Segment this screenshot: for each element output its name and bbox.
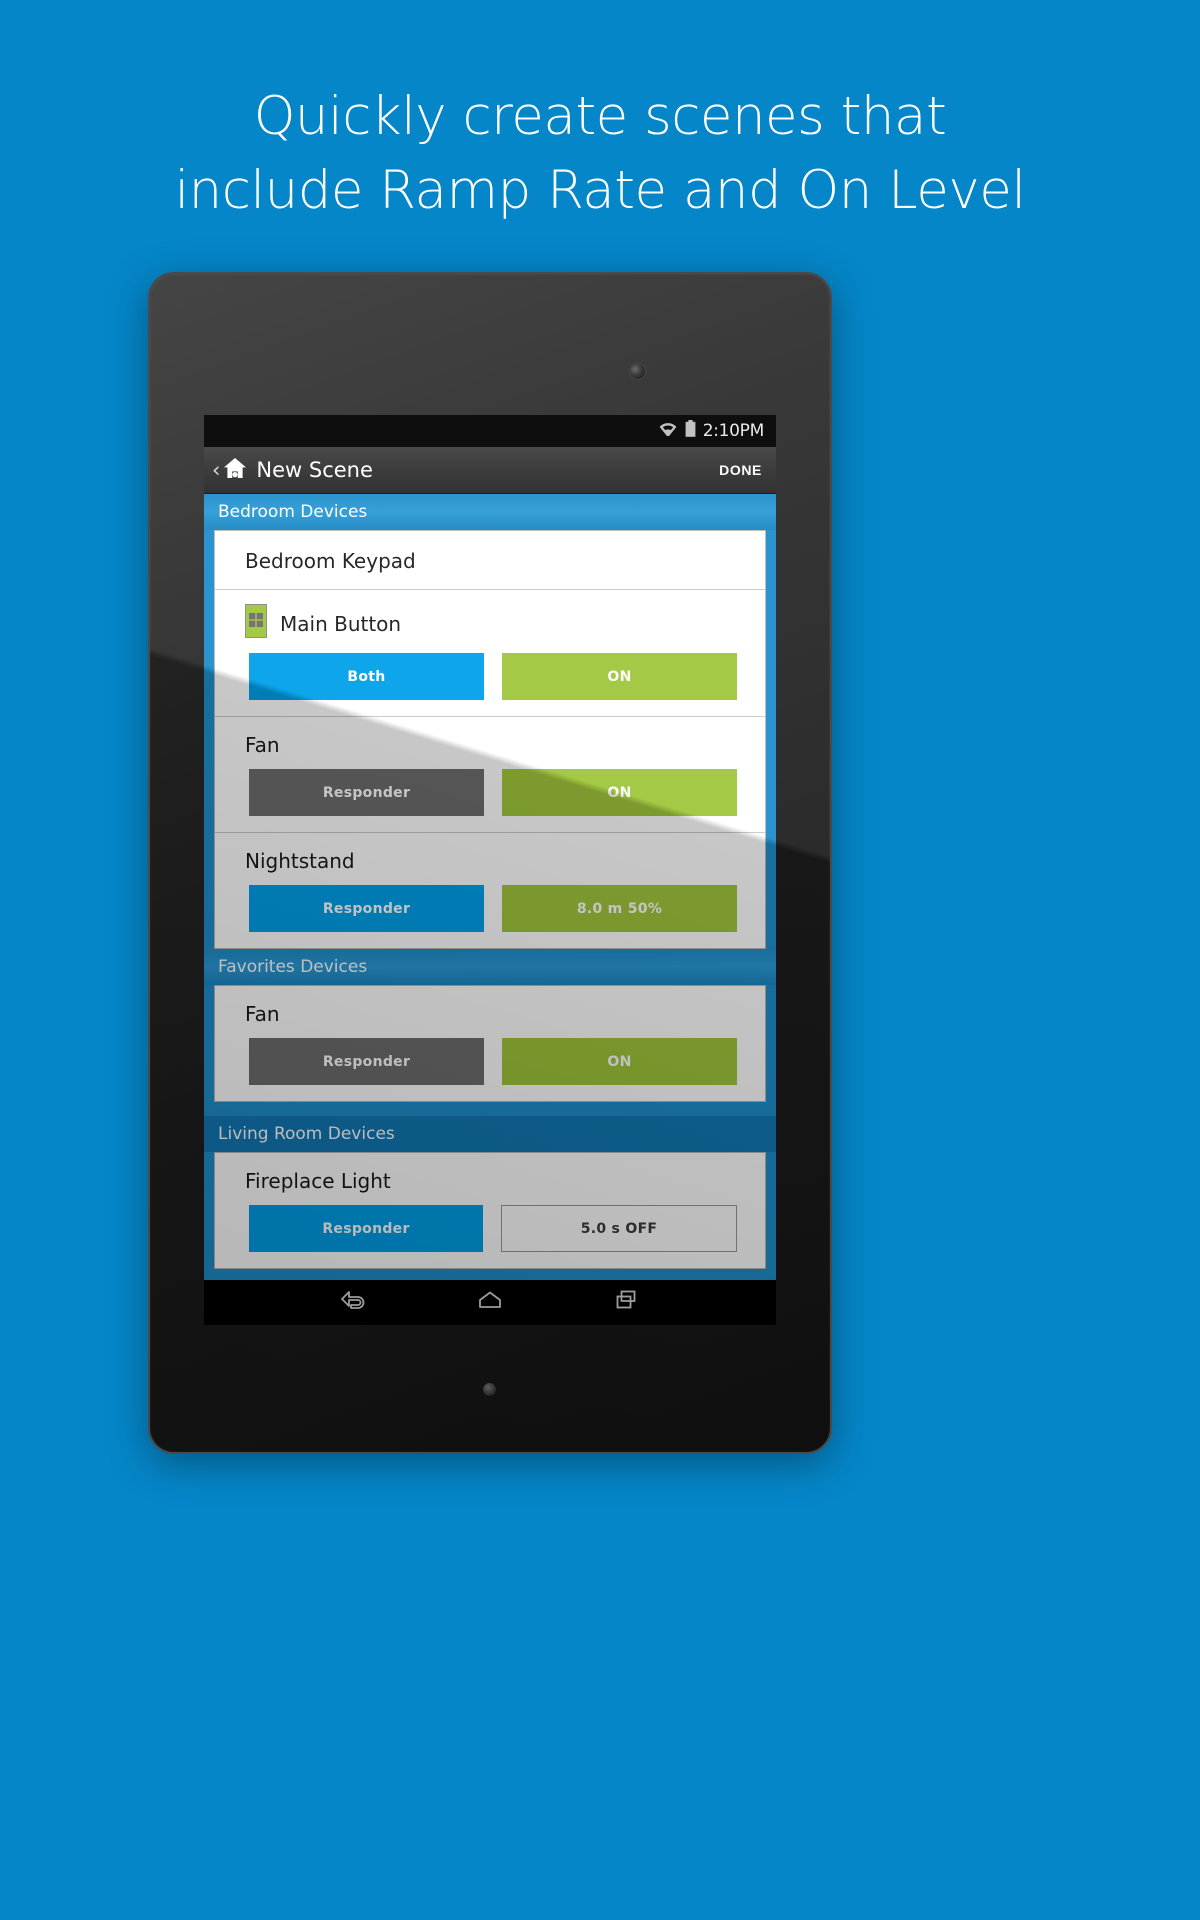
section-header-bedroom: Bedroom Devices: [204, 494, 776, 530]
device-name: Nightstand: [245, 849, 355, 873]
device-row-fan-favorite: Fan Responder ON: [215, 986, 765, 1101]
device-controls: Responder 5.0 s OFF: [215, 1205, 765, 1252]
front-camera-icon: [630, 364, 645, 379]
promo-headline-line2: include Ramp Rate and On Level: [174, 160, 1026, 221]
tablet-screen: 2:10PM ‹ New Scene DONE Bedroom Devices …: [204, 415, 776, 1325]
device-role-button[interactable]: Responder: [249, 769, 484, 816]
device-row-main-button: Main Button Both ON: [215, 590, 765, 716]
section-header-living-room: Living Room Devices: [204, 1116, 776, 1152]
device-role-button[interactable]: Responder: [249, 1205, 483, 1252]
device-role-button[interactable]: Responder: [249, 1038, 484, 1085]
status-bar: 2:10PM: [204, 415, 776, 447]
promo-headline: Quickly create scenes that include Ramp …: [0, 80, 1200, 228]
device-level-button[interactable]: ON: [502, 653, 737, 700]
device-controls: Responder ON: [215, 769, 765, 816]
device-name: Fan: [245, 733, 280, 757]
device-row-fan: Fan Responder ON: [215, 717, 765, 832]
device-row-fireplace-light: Fireplace Light Responder 5.0 s OFF: [215, 1153, 765, 1268]
status-bar-clock: 2:10PM: [702, 421, 765, 441]
device-row-nightstand: Nightstand Responder 8.0 m 50%: [215, 833, 765, 948]
device-level-button[interactable]: ON: [502, 769, 737, 816]
battery-icon: [685, 420, 696, 442]
device-card-favorites: Fan Responder ON: [214, 985, 766, 1102]
device-name: Fireplace Light: [245, 1169, 391, 1193]
device-level-button[interactable]: 5.0 s OFF: [501, 1205, 737, 1252]
device-card-living-room: Fireplace Light Responder 5.0 s OFF: [214, 1152, 766, 1269]
device-controls: Responder 8.0 m 50%: [215, 885, 765, 932]
device-role-button[interactable]: Both: [249, 653, 484, 700]
home-pentagon-icon[interactable]: [475, 1288, 505, 1317]
device-header: Main Button: [215, 590, 765, 653]
device-controls: Responder ON: [215, 1038, 765, 1085]
android-navigation-bar: [204, 1280, 776, 1325]
device-card-bedroom-keypad: Bedroom Keypad Main Button Both ON Fan R…: [214, 530, 766, 949]
page-title: New Scene: [256, 458, 373, 482]
back-arrow-icon[interactable]: [338, 1288, 368, 1317]
done-button[interactable]: DONE: [719, 462, 762, 478]
scene-device-list[interactable]: Bedroom Devices Bedroom Keypad Main Butt…: [204, 494, 776, 1280]
device-home-dot: [483, 1383, 496, 1396]
wifi-icon: [658, 421, 678, 441]
card-title: Bedroom Keypad: [245, 549, 416, 573]
device-name: Main Button: [280, 611, 402, 636]
back-chevron-icon[interactable]: ‹: [212, 459, 222, 481]
promo-headline-line1: Quickly create scenes that: [253, 86, 947, 147]
device-controls: Both ON: [215, 653, 765, 700]
device-role-button[interactable]: Responder: [249, 885, 484, 932]
action-bar: ‹ New Scene DONE: [204, 447, 776, 494]
section-spacer: [204, 1102, 776, 1116]
home-icon[interactable]: [222, 455, 248, 486]
device-level-button[interactable]: ON: [502, 1038, 737, 1085]
device-level-button[interactable]: 8.0 m 50%: [502, 885, 737, 932]
device-name: Fan: [245, 1002, 280, 1026]
recents-icon[interactable]: [612, 1288, 642, 1317]
section-header-favorites: Favorites Devices: [204, 949, 776, 985]
keypad-icon: [245, 604, 267, 643]
